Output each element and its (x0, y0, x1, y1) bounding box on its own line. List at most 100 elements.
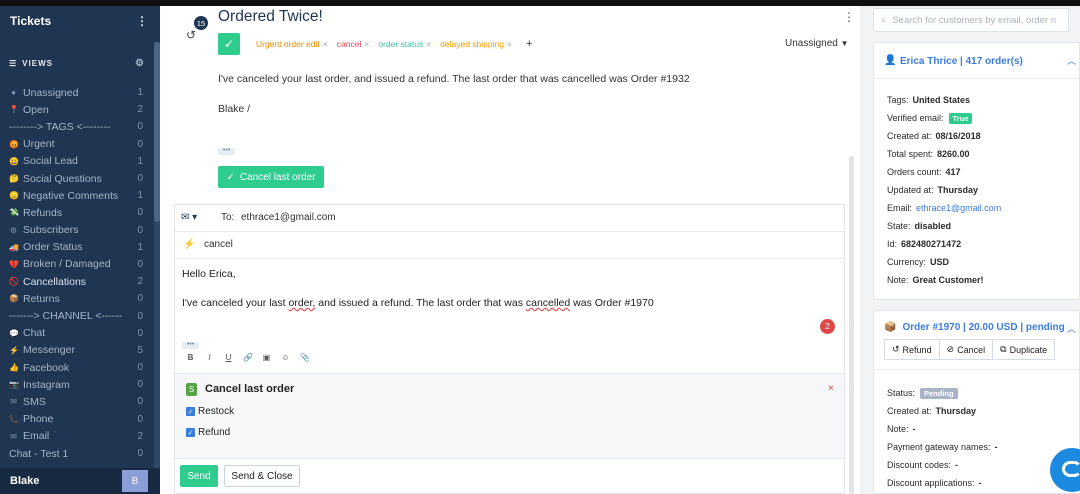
subject-field[interactable]: cancel (204, 239, 233, 250)
main-scrollbar[interactable] (849, 156, 854, 494)
avatar[interactable]: B (122, 470, 148, 492)
tag-urgent-order-edit[interactable]: Urgent order edit × (256, 39, 328, 49)
to-field[interactable]: ethrace1@gmail.com (241, 212, 336, 223)
ticket-tags: Urgent order edit × cancel × order status ×… (256, 38, 532, 50)
sidebar-item-unassigned[interactable]: ● Unassigned 1 (9, 84, 143, 101)
spelling-error-badge[interactable]: 2 (820, 319, 835, 334)
image-icon[interactable]: ▣ (262, 353, 271, 362)
sidebar-item-order-status[interactable]: 🚚 Order Status 1 (9, 239, 143, 256)
emoji-icon[interactable]: ☺ (281, 353, 290, 362)
order-field-note: Note: - (887, 424, 916, 434)
duplicate-button[interactable]: ⧉ Duplicate (992, 339, 1056, 360)
macro-title: Cancel last order (205, 383, 295, 395)
email-link[interactable]: ethrace1@gmail.com (916, 203, 1001, 213)
remove-tag-icon[interactable]: × (426, 39, 431, 49)
check-icon: ✓ (226, 171, 235, 183)
sidebar-item-social-questions[interactable]: 🤔 Social Questions 0 (9, 170, 143, 187)
emoji-angry-icon: 😡 (9, 139, 19, 149)
order-field-created-at: Created at: Thursday (887, 406, 977, 416)
restock-checkbox[interactable]: ✓ Restock (186, 406, 234, 417)
sidebar-item-channel-divider[interactable]: -------> CHANNEL <------ 0 (9, 307, 143, 324)
sidebar-item-chat[interactable]: 💬 Chat 0 (9, 325, 143, 342)
expand-quoted-button[interactable]: ••• (218, 147, 235, 155)
bold-icon[interactable]: B (186, 353, 195, 362)
sidebar-item-broken-damaged[interactable]: 💔 Broken / Damaged 0 (9, 256, 143, 273)
ticket-title[interactable]: Ordered Twice! (218, 8, 323, 26)
sidebar-item-refunds[interactable]: 💸 Refunds 0 (9, 204, 143, 221)
sidebar-item-returns[interactable]: 📦 Returns 0 (9, 290, 143, 307)
cancel-icon: ⊘ (946, 344, 955, 354)
tag-delayed-shipping[interactable]: delayed shipping × (440, 39, 512, 49)
close-ticket-button[interactable]: ✓ (218, 33, 240, 55)
search-icon: ⌕ (881, 14, 887, 26)
link-icon[interactable]: 🔗 (243, 353, 253, 362)
user-name: Blake (10, 475, 40, 487)
emoji-icon: 😞 (9, 191, 19, 201)
sidebar-item-tags-divider[interactable]: --------> TAGS <-------- 0 (9, 118, 143, 135)
check-icon: ✓ (223, 37, 235, 51)
remove-tag-icon[interactable]: × (364, 39, 369, 49)
close-icon[interactable]: × (828, 383, 834, 394)
settings-gear-icon[interactable]: ⚙ (135, 58, 145, 69)
expand-signature-button[interactable]: ••• (182, 341, 199, 349)
sidebar-item-social-lead[interactable]: 😀 Social Lead 1 (9, 153, 143, 170)
customer-search-input[interactable]: ⌕ Search for customers by email, order n (873, 8, 1069, 32)
underline-icon[interactable]: U (224, 353, 233, 362)
chevron-up-icon[interactable]: ︿ (1067, 54, 1076, 67)
more-options-icon[interactable]: ⋮ (843, 10, 855, 24)
assignee-dropdown[interactable]: Unassigned ▼ (785, 38, 849, 49)
italic-icon[interactable]: I (205, 353, 214, 362)
sidebar-item-phone[interactable]: 📞 Phone 0 (9, 411, 143, 428)
views-list: ● Unassigned 1 📍 Open 2 --------> TAGS <----… (9, 84, 143, 462)
field-orders-count: Orders count: 417 (887, 167, 961, 177)
order-actions: ↺ Refund ⊘ Cancel ⧉ Duplicate (884, 339, 1056, 360)
reply-greeting[interactable]: Hello Erica, (182, 268, 236, 280)
macro-bolt-icon[interactable]: ⚡ (183, 239, 195, 250)
emoji-icon: 😀 (9, 156, 19, 166)
send-and-close-button[interactable]: Send & Close (224, 465, 300, 487)
cancel-last-order-button[interactable]: ✓ Cancel last order (218, 166, 324, 188)
sidebar-item-urgent[interactable]: 😡 Urgent 0 (9, 136, 143, 153)
sidebar-item-subscribers[interactable]: ⚙ Subscribers 0 (9, 222, 143, 239)
sidebar-item-facebook[interactable]: 👍 Facebook 0 (9, 359, 143, 376)
cancel-order-button[interactable]: ⊘ Cancel (938, 339, 994, 360)
box-icon: 📦 (9, 294, 19, 304)
add-tag-button[interactable]: + (526, 38, 532, 50)
subject-row: ⚡ cancel (175, 232, 844, 259)
refund-button[interactable]: ↺ Refund (884, 339, 940, 360)
chevron-up-icon[interactable]: ︿ (1067, 322, 1076, 335)
attachment-icon[interactable]: 📎 (300, 353, 310, 362)
customer-name-link[interactable]: Erica Thrice | 417 order(s) (900, 56, 1023, 67)
sidebar-item-instagram[interactable]: 📷 Instagram 0 (9, 376, 143, 393)
thumbs-up-icon: 👍 (9, 363, 19, 373)
customer-header[interactable]: 👤 Erica Thrice | 417 order(s) ︿ (874, 43, 1079, 79)
history-button[interactable]: 15 ↺ (186, 16, 208, 44)
sidebar-item-cancellations[interactable]: 🚫 Cancellations 2 (9, 273, 143, 290)
tag-cancel[interactable]: cancel × (337, 39, 370, 49)
sidebar-header: Tickets ⋮ (0, 6, 160, 36)
sidebar-item-negative-comments[interactable]: 😞 Negative Comments 1 (9, 187, 143, 204)
order-field-status: Status: Pending (887, 388, 958, 399)
remove-tag-icon[interactable]: × (507, 39, 512, 49)
remove-tag-icon[interactable]: × (323, 39, 328, 49)
box-icon: 📦 (884, 322, 897, 333)
send-button[interactable]: Send (180, 465, 218, 487)
sidebar-item-chat-test-1[interactable]: Chat - Test 10 (9, 445, 143, 462)
money-icon: 💸 (9, 208, 19, 218)
sidebar-item-sms[interactable]: ✉ SMS 0 (9, 393, 143, 410)
sidebar-item-open[interactable]: 📍 Open 2 (9, 101, 143, 118)
sidebar-item-email[interactable]: ✉ Email 2 (9, 428, 143, 445)
ticket-main: 15 ↺ Ordered Twice! ⋮ ✓ Urgent order edi… (160, 6, 860, 494)
sidebar-item-messenger[interactable]: ⚡ Messenger 5 (9, 342, 143, 359)
refund-icon: ↺ (892, 344, 900, 354)
sidebar-menu-icon[interactable]: ⋮ (136, 14, 148, 28)
field-total-spent: Total spent: 8260.00 (887, 149, 970, 159)
checkbox-checked-icon: ✓ (186, 407, 195, 416)
current-user[interactable]: Blake B (0, 468, 160, 494)
reply-body[interactable]: I've canceled your last order, and issue… (182, 297, 654, 309)
tag-order-status[interactable]: order status × (378, 39, 431, 49)
format-toolbar: B I U 🔗 ▣ ☺ 📎 (186, 353, 310, 362)
email-channel-dropdown[interactable]: ✉ ▾ (181, 212, 197, 223)
refund-checkbox[interactable]: ✓ Refund (186, 427, 230, 438)
order-header-link[interactable]: 📦 Order #1970 | 20.00 USD | pending (884, 322, 1065, 333)
